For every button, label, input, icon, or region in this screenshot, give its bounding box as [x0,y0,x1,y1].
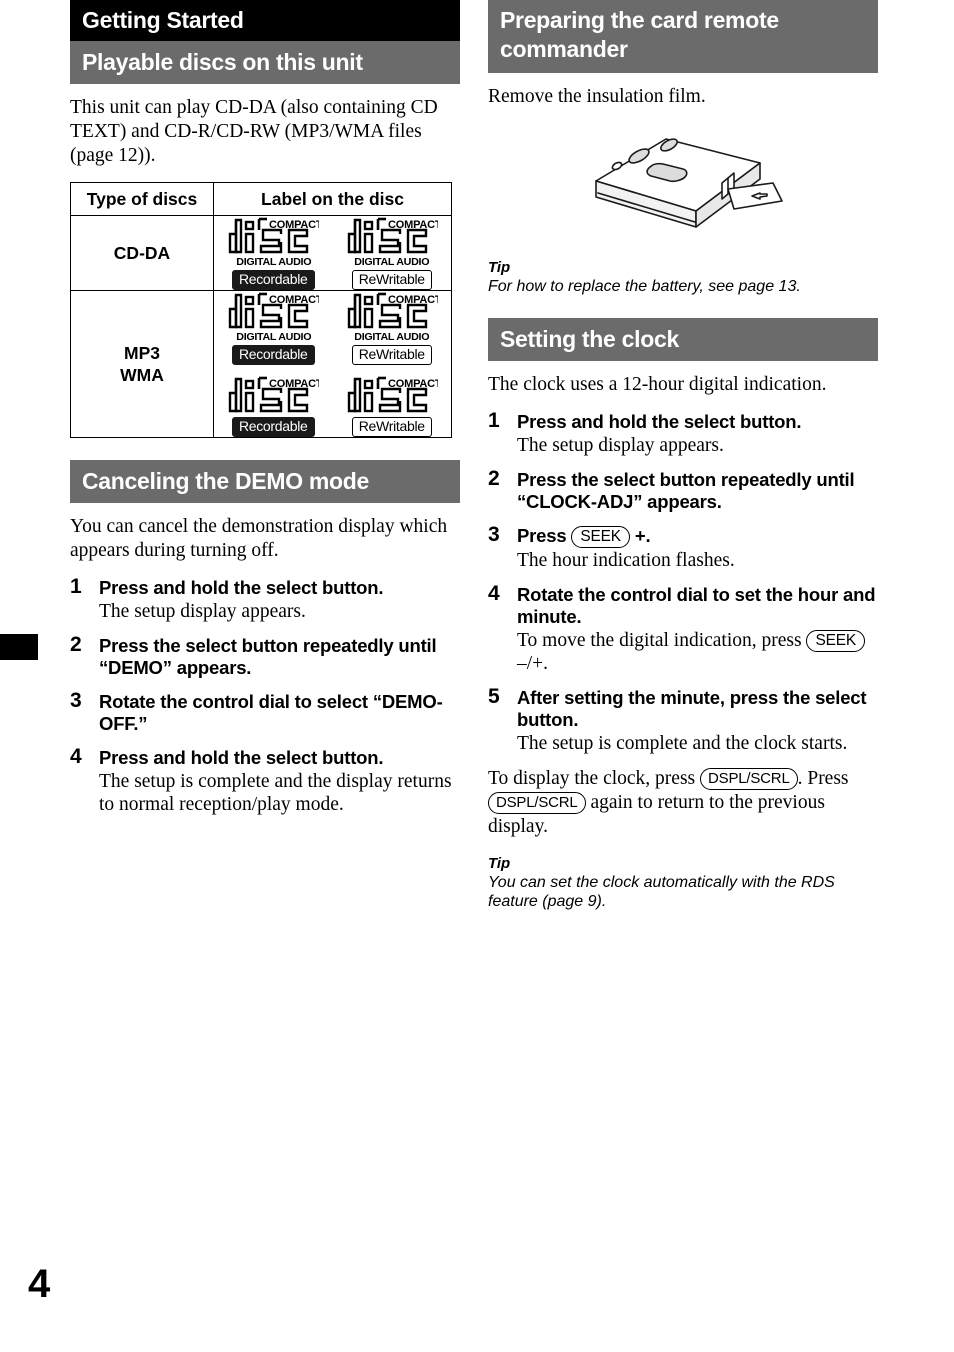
compact-disc-digital-audio-rewritable-icon: COMPACT DIGITAL AUDIO ReWritable [343,216,441,290]
step-description: The setup is complete and the clock star… [517,733,848,754]
cd-digital-audio-text: DIGITAL AUDIO [235,256,311,268]
step-title: Press the select button repeatedly until… [99,635,437,678]
step-description: The hour indication flashes. [517,550,735,571]
tip-label: Tip [488,855,511,872]
compact-disc-rewritable-icon: COMPACT ReWritable [343,375,441,437]
page-number: 4 [28,1262,51,1306]
step-title: After setting the minute, press the sele… [517,687,867,730]
step-description: The setup is complete and the display re… [99,771,452,815]
step-number: 1 [488,409,500,432]
canceling-demo-intro: You can cancel the demonstration display… [70,516,448,561]
step-number: 4 [488,582,500,605]
setting-clock-intro: The clock uses a 12-hour digital indicat… [488,374,827,395]
tip-text: You can set the clock automatically with… [488,874,835,910]
step-number: 3 [488,523,500,546]
preparing-remote-intro: Remove the insulation film. [488,86,706,107]
section-heading-canceling-demo: Canceling the DEMO mode [70,460,460,503]
step-number: 5 [488,685,500,708]
table-row: MP3 WMA COMPACT DIGITAL AUDIO Recordable… [70,290,452,438]
cd-badge-recordable: Recordable [231,270,315,290]
dspl-scrl-button-key[interactable]: DSPL/SCRL [700,768,798,790]
cd-digital-audio-text: DIGITAL AUDIO [354,256,430,268]
right-column: Preparing the card remote commander Remo… [488,0,878,911]
card-remote-commander-illustration [488,123,878,243]
disc-type-line: WMA [120,365,164,385]
logo-row: COMPACT DIGITAL AUDIO Recordable COMPACT… [214,216,451,290]
section-heading-playable-discs: Playable discs on this unit [70,41,460,84]
setting-clock-closing: To display the clock, press DSPL/SCRL. P… [488,767,878,839]
chapter-banner: Getting Started [70,0,460,41]
step-title: Press and hold the select button. [99,577,384,598]
setting-clock-steps: 1 Press and hold the select button. The … [488,409,878,755]
table-header-label: Label on the disc [213,182,452,216]
compact-disc-recordable-icon: COMPACT Recordable [224,375,322,437]
step-item: 1 Press and hold the select button. The … [488,409,878,457]
seek-button-key[interactable]: SEEK [806,630,866,652]
compact-disc-digital-audio-recordable-icon: COMPACT DIGITAL AUDIO Recordable [224,216,322,290]
compact-disc-digital-audio-recordable-icon: COMPACT DIGITAL AUDIO Recordable [224,291,322,365]
step-item: 2 Press the select button repeatedly unt… [488,467,878,513]
step-item: 2 Press the select button repeatedly unt… [70,633,460,679]
step-item: 3 Rotate the control dial to select “DEM… [70,689,460,735]
seek-button-key[interactable]: SEEK [571,526,630,548]
step-description-text: –/+. [517,653,549,674]
step-number: 1 [70,575,82,598]
step-number: 3 [70,689,82,712]
disc-type-line: MP3 [124,343,160,363]
disc-labels-mp3-wma: COMPACT DIGITAL AUDIO Recordable COMPACT… [213,290,452,438]
step-item: 4 Rotate the control dial to set the hou… [488,582,878,675]
table-header-row: Type of discs Label on the disc [70,182,452,216]
step-item: 5 After setting the minute, press the se… [488,685,878,755]
disc-type-cd-da: CD-DA [70,215,214,291]
compact-disc-digital-audio-rewritable-icon: COMPACT DIGITAL AUDIO ReWritable [343,291,441,365]
tip-label: Tip [488,259,511,276]
step-title-text: +. [629,525,651,546]
step-item: 4 Press and hold the select button. The … [70,745,460,816]
step-title: Rotate the control dial to select “DEMO-… [99,691,443,734]
section-heading-setting-clock: Setting the clock [488,318,878,361]
cd-badge-rewritable: ReWritable [351,270,432,290]
step-number: 2 [488,467,500,490]
step-description: The setup display appears. [99,601,306,622]
tip-preparing-remote: Tip For how to replace the battery, see … [488,259,878,296]
step-item: 1 Press and hold the select button. The … [70,575,460,623]
cd-badge-recordable: Recordable [231,417,315,437]
step-title: Press SEEK +. [517,525,878,548]
step-title: Press the select button repeatedly until… [517,469,855,512]
section-heading-preparing-remote: Preparing the card remote commander [488,0,878,73]
cd-badge-rewritable: ReWritable [351,345,432,365]
step-description: The setup display appears. [517,435,724,456]
table-row: CD-DA COMPACT DIGITAL AUDIO Recordable C… [70,215,452,291]
cd-digital-audio-text: DIGITAL AUDIO [235,331,311,343]
step-title: Rotate the control dial to set the hour … [517,584,876,627]
disc-type-mp3-wma: MP3 WMA [70,290,214,438]
step-title: Press and hold the select button. [517,411,802,432]
tip-setting-clock: Tip You can set the clock automatically … [488,855,878,911]
step-number: 4 [70,745,82,768]
dspl-scrl-button-key[interactable]: DSPL/SCRL [488,792,586,814]
closing-text: To display the clock, press [488,768,701,789]
playable-discs-table: Type of discs Label on the disc CD-DA CO… [70,182,452,438]
step-description-text: To move the digital indication, press [517,630,807,651]
left-column: Getting Started Playable discs on this u… [70,0,460,828]
step-title: Press and hold the select button. [99,747,384,768]
closing-text: . Press [797,768,849,789]
table-header-type: Type of discs [70,182,214,216]
cd-badge-rewritable: ReWritable [351,417,432,437]
canceling-demo-steps: 1 Press and hold the select button. The … [70,575,460,816]
cd-digital-audio-text: DIGITAL AUDIO [354,331,430,343]
logo-row: COMPACT Recordable COMPACT ReWritable [214,375,451,437]
logo-row: COMPACT DIGITAL AUDIO Recordable COMPACT… [214,291,451,365]
step-item: 3 Press SEEK +. The hour indication flas… [488,523,878,572]
step-title-text: Press [517,525,572,546]
step-number: 2 [70,633,82,656]
tip-text: For how to replace the battery, see page… [488,278,801,295]
disc-labels-cd-da: COMPACT DIGITAL AUDIO Recordable COMPACT… [213,215,452,291]
cd-badge-recordable: Recordable [231,345,315,365]
page-edge-tab-marker [0,634,38,660]
step-description: To move the digital indication, press SE… [517,629,878,675]
playable-discs-intro: This unit can play CD-DA (also containin… [70,97,438,166]
